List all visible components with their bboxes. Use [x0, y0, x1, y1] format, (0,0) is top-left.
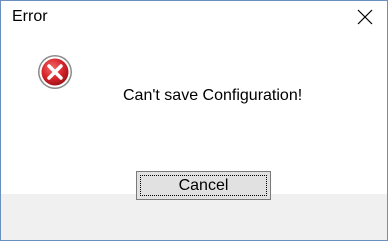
close-icon: [357, 9, 373, 24]
dialog-title: Error: [12, 8, 48, 25]
error-icon: [38, 55, 72, 89]
error-message: Can't save Configuration!: [123, 87, 303, 104]
title-bar: Error: [1, 1, 387, 32]
cancel-button[interactable]: Cancel: [136, 171, 271, 200]
cancel-button-label: Cancel: [178, 176, 229, 194]
dialog-footer: [1, 194, 387, 240]
error-dialog: Error Can't save Configuration! Cancel: [0, 0, 388, 241]
close-button[interactable]: [343, 1, 387, 32]
